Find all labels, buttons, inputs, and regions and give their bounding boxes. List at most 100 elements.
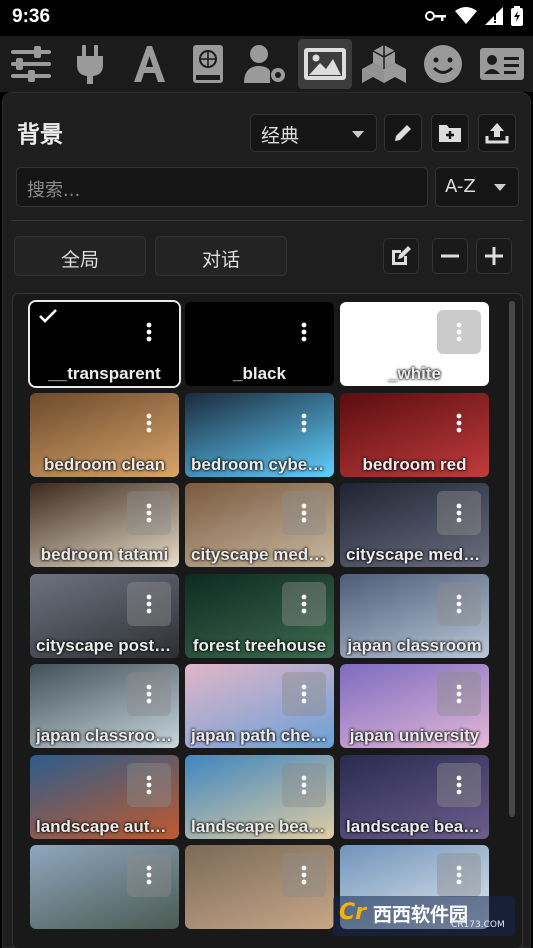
tab-extensions[interactable] bbox=[357, 39, 411, 89]
folder-plus-icon bbox=[439, 125, 461, 142]
background-card[interactable]: japan path cherry blossom bbox=[185, 664, 334, 748]
card-menu-button[interactable] bbox=[282, 582, 326, 626]
more-vertical-icon bbox=[301, 503, 307, 523]
panel-title: 背景 bbox=[17, 122, 63, 148]
upload-button[interactable] bbox=[478, 114, 516, 152]
background-card[interactable] bbox=[185, 845, 334, 929]
card-menu-button[interactable] bbox=[127, 763, 171, 807]
background-card[interactable]: _black bbox=[185, 302, 334, 386]
tab-persona[interactable] bbox=[416, 39, 470, 89]
background-name: landscape beach night bbox=[346, 817, 489, 836]
background-card[interactable]: bedroom red bbox=[340, 393, 489, 477]
background-name: forest treehouse bbox=[192, 636, 327, 655]
card-menu-button[interactable] bbox=[282, 763, 326, 807]
sort-select[interactable]: A-Z bbox=[435, 167, 519, 207]
tab-user-settings[interactable] bbox=[239, 39, 293, 89]
card-menu-button[interactable] bbox=[282, 491, 326, 535]
more-vertical-icon bbox=[146, 865, 152, 885]
image-icon bbox=[304, 48, 347, 80]
card-menu-button[interactable] bbox=[127, 853, 171, 897]
background-card[interactable]: forest treehouse bbox=[185, 574, 334, 658]
background-name: japan classroom side bbox=[36, 726, 179, 745]
card-menu-button[interactable] bbox=[282, 310, 326, 354]
card-menu-button[interactable] bbox=[437, 853, 481, 897]
card-menu-button[interactable] bbox=[127, 401, 171, 445]
background-card[interactable]: landscape autumn great tree bbox=[30, 755, 179, 839]
watermark-sub: CR173.COM bbox=[451, 920, 505, 930]
zoom-out-button[interactable] bbox=[432, 238, 468, 274]
tab-settings[interactable] bbox=[4, 39, 58, 89]
card-menu-button[interactable] bbox=[437, 310, 481, 354]
tab-global[interactable]: 全局 bbox=[14, 236, 146, 276]
card-menu-button[interactable] bbox=[282, 672, 326, 716]
more-vertical-icon bbox=[456, 322, 462, 342]
scrollbar[interactable] bbox=[509, 301, 515, 817]
more-vertical-icon bbox=[456, 503, 462, 523]
zoom-in-button[interactable] bbox=[476, 238, 512, 274]
key-icon bbox=[425, 11, 446, 21]
card-menu-button[interactable] bbox=[127, 491, 171, 535]
background-card[interactable]: bedroom tatami bbox=[30, 483, 179, 567]
card-menu-button[interactable] bbox=[437, 401, 481, 445]
upload-icon bbox=[485, 123, 509, 144]
background-name: japan path cherry blossom bbox=[191, 726, 334, 745]
background-card[interactable]: cityscape postapocalyptic bbox=[30, 574, 179, 658]
card-menu-button[interactable] bbox=[127, 582, 171, 626]
background-name: _white bbox=[388, 364, 441, 383]
card-menu-button[interactable] bbox=[437, 582, 481, 626]
edit-square-icon bbox=[392, 246, 411, 265]
card-menu-button[interactable] bbox=[282, 401, 326, 445]
sort-select-value: A-Z bbox=[445, 176, 476, 197]
more-vertical-icon bbox=[146, 684, 152, 704]
chevron-down-icon bbox=[352, 131, 364, 138]
background-card[interactable]: cityscape medieval night bbox=[340, 483, 489, 567]
more-vertical-icon bbox=[301, 684, 307, 704]
theme-select[interactable]: 经典 bbox=[250, 114, 377, 152]
id-card-icon bbox=[479, 48, 524, 80]
background-card[interactable]: landscape beach day bbox=[185, 755, 334, 839]
background-name: bedroom red bbox=[362, 455, 467, 474]
background-card[interactable]: _white bbox=[340, 302, 489, 386]
background-card[interactable]: japan university bbox=[340, 664, 489, 748]
tab-api[interactable] bbox=[63, 39, 117, 89]
more-vertical-icon bbox=[146, 413, 152, 433]
background-card[interactable]: __transparent bbox=[28, 300, 181, 388]
edit-note-button[interactable] bbox=[383, 238, 419, 274]
tab-world-info[interactable] bbox=[181, 39, 235, 89]
background-name: bedroom cyberpunk bbox=[191, 455, 334, 474]
new-folder-button[interactable] bbox=[431, 114, 469, 152]
card-menu-button[interactable] bbox=[127, 310, 171, 354]
background-card[interactable] bbox=[30, 845, 179, 929]
card-menu-button[interactable] bbox=[437, 763, 481, 807]
more-vertical-icon bbox=[456, 775, 462, 795]
background-name: landscape autumn great tree bbox=[36, 817, 179, 836]
tab-formatting[interactable] bbox=[122, 39, 176, 89]
tab-backgrounds[interactable] bbox=[298, 39, 353, 89]
background-card[interactable]: japan classroom bbox=[340, 574, 489, 658]
background-card[interactable]: landscape beach night bbox=[340, 755, 489, 839]
more-vertical-icon bbox=[301, 594, 307, 614]
edit-button[interactable] bbox=[384, 114, 422, 152]
card-menu-button[interactable] bbox=[437, 491, 481, 535]
card-menu-button[interactable] bbox=[127, 672, 171, 716]
background-card[interactable]: bedroom clean bbox=[30, 393, 179, 477]
more-vertical-icon bbox=[301, 413, 307, 433]
search-input[interactable]: 搜索... bbox=[16, 167, 428, 207]
card-menu-button[interactable] bbox=[282, 853, 326, 897]
more-vertical-icon bbox=[456, 413, 462, 433]
more-vertical-icon bbox=[301, 775, 307, 795]
font-icon bbox=[133, 46, 165, 82]
status-time: 9:36 bbox=[12, 6, 51, 27]
tab-chat[interactable]: 对话 bbox=[155, 236, 287, 276]
tab-characters[interactable] bbox=[475, 39, 529, 89]
card-menu-button[interactable] bbox=[437, 672, 481, 716]
background-name: cityscape medieval bbox=[191, 545, 334, 564]
background-name: _black bbox=[233, 364, 286, 383]
background-card[interactable]: japan classroom side bbox=[30, 664, 179, 748]
background-card[interactable]: bedroom cyberpunk bbox=[185, 393, 334, 477]
more-vertical-icon bbox=[146, 322, 152, 342]
background-card[interactable]: cityscape medieval bbox=[185, 483, 334, 567]
backgrounds-panel: 背景 经典 搜索... A-Z 全局 对话 __transparent _blac… bbox=[2, 92, 531, 948]
background-name: japan classroom bbox=[347, 636, 482, 655]
minus-icon bbox=[441, 254, 459, 258]
